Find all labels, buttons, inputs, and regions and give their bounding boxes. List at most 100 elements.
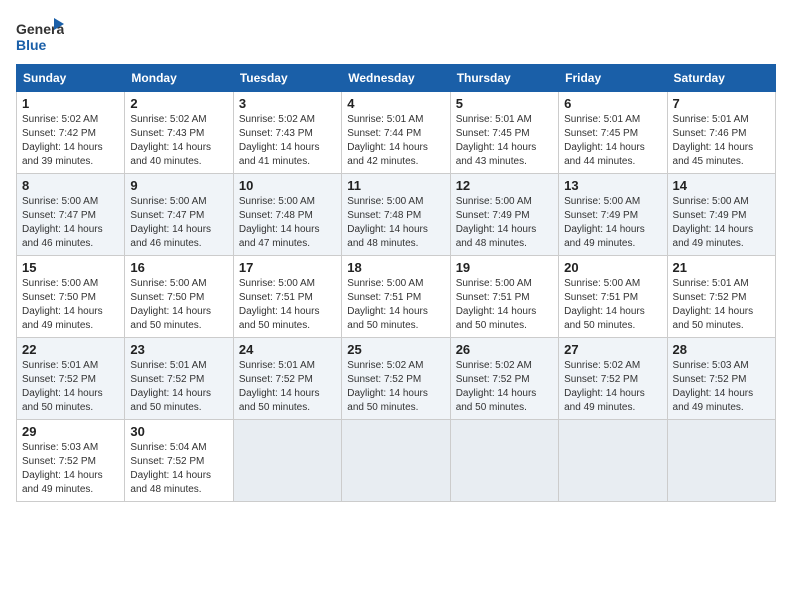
day-number: 10 (239, 178, 336, 193)
day-number: 19 (456, 260, 553, 275)
calendar-cell: 16 Sunrise: 5:00 AMSunset: 7:50 PMDayligh… (125, 256, 233, 338)
day-number: 23 (130, 342, 227, 357)
calendar-table: SundayMondayTuesdayWednesdayThursdayFrid… (16, 64, 776, 502)
calendar-cell: 9 Sunrise: 5:00 AMSunset: 7:47 PMDaylight… (125, 174, 233, 256)
day-number: 14 (673, 178, 770, 193)
calendar-cell: 23 Sunrise: 5:01 AMSunset: 7:52 PMDayligh… (125, 338, 233, 420)
day-info: Sunrise: 5:00 AMSunset: 7:50 PMDaylight:… (22, 277, 119, 333)
day-info: Sunrise: 5:01 AMSunset: 7:44 PMDaylight:… (347, 113, 444, 169)
day-info: Sunrise: 5:01 AMSunset: 7:46 PMDaylight:… (673, 113, 770, 169)
day-info: Sunrise: 5:02 AMSunset: 7:52 PMDaylight:… (347, 359, 444, 415)
calendar-cell: 19 Sunrise: 5:00 AMSunset: 7:51 PMDayligh… (450, 256, 558, 338)
day-number: 2 (130, 96, 227, 111)
day-number: 12 (456, 178, 553, 193)
day-info: Sunrise: 5:00 AMSunset: 7:47 PMDaylight:… (130, 195, 227, 251)
calendar-cell: 2Sunrise: 5:02 AMSunset: 7:43 PMDaylight… (125, 92, 233, 174)
calendar-cell: 10 Sunrise: 5:00 AMSunset: 7:48 PMDayligh… (233, 174, 341, 256)
day-number: 26 (456, 342, 553, 357)
day-info: Sunrise: 5:00 AMSunset: 7:47 PMDaylight:… (22, 195, 119, 251)
day-info: Sunrise: 5:01 AMSunset: 7:45 PMDaylight:… (564, 113, 661, 169)
day-number: 18 (347, 260, 444, 275)
day-info: Sunrise: 5:02 AMSunset: 7:52 PMDaylight:… (564, 359, 661, 415)
page-header: General Blue (16, 16, 776, 56)
calendar-cell: 26Sunrise: 5:02 AMSunset: 7:52 PMDayligh… (450, 338, 558, 420)
calendar-cell: 14Sunrise: 5:00 AMSunset: 7:49 PMDayligh… (667, 174, 775, 256)
svg-text:Blue: Blue (16, 37, 47, 53)
calendar-cell: 8 Sunrise: 5:00 AMSunset: 7:47 PMDaylight… (17, 174, 125, 256)
day-number: 29 (22, 424, 119, 439)
day-info: Sunrise: 5:00 AMSunset: 7:48 PMDaylight:… (347, 195, 444, 251)
calendar-cell: 17 Sunrise: 5:00 AMSunset: 7:51 PMDayligh… (233, 256, 341, 338)
day-number: 25 (347, 342, 444, 357)
day-number: 9 (130, 178, 227, 193)
weekday-header-friday: Friday (559, 65, 667, 92)
weekday-header-tuesday: Tuesday (233, 65, 341, 92)
day-number: 13 (564, 178, 661, 193)
calendar-cell (667, 420, 775, 502)
calendar-cell (342, 420, 450, 502)
weekday-header-sunday: Sunday (17, 65, 125, 92)
calendar-cell: 12 Sunrise: 5:00 AMSunset: 7:49 PMDayligh… (450, 174, 558, 256)
day-number: 4 (347, 96, 444, 111)
calendar-cell: 21Sunrise: 5:01 AMSunset: 7:52 PMDayligh… (667, 256, 775, 338)
calendar-cell: 5Sunrise: 5:01 AMSunset: 7:45 PMDaylight… (450, 92, 558, 174)
day-info: Sunrise: 5:00 AMSunset: 7:48 PMDaylight:… (239, 195, 336, 251)
day-number: 7 (673, 96, 770, 111)
calendar-cell: 4 Sunrise: 5:01 AMSunset: 7:44 PMDaylight… (342, 92, 450, 174)
day-number: 6 (564, 96, 661, 111)
day-info: Sunrise: 5:00 AMSunset: 7:50 PMDaylight:… (130, 277, 227, 333)
calendar-cell: 24 Sunrise: 5:01 AMSunset: 7:52 PMDayligh… (233, 338, 341, 420)
day-number: 11 (347, 178, 444, 193)
calendar-cell: 25 Sunrise: 5:02 AMSunset: 7:52 PMDayligh… (342, 338, 450, 420)
logo-icon: General Blue (16, 16, 64, 56)
day-number: 22 (22, 342, 119, 357)
day-info: Sunrise: 5:00 AMSunset: 7:49 PMDaylight:… (456, 195, 553, 251)
calendar-cell: 11 Sunrise: 5:00 AMSunset: 7:48 PMDayligh… (342, 174, 450, 256)
day-info: Sunrise: 5:00 AMSunset: 7:51 PMDaylight:… (564, 277, 661, 333)
day-info: Sunrise: 5:01 AMSunset: 7:52 PMDaylight:… (239, 359, 336, 415)
day-info: Sunrise: 5:03 AMSunset: 7:52 PMDaylight:… (22, 441, 119, 497)
day-info: Sunrise: 5:00 AMSunset: 7:51 PMDaylight:… (347, 277, 444, 333)
day-number: 1 (22, 96, 119, 111)
calendar-cell (233, 420, 341, 502)
calendar-cell: 18 Sunrise: 5:00 AMSunset: 7:51 PMDayligh… (342, 256, 450, 338)
day-number: 16 (130, 260, 227, 275)
day-number: 30 (130, 424, 227, 439)
calendar-cell: 29 Sunrise: 5:03 AMSunset: 7:52 PMDayligh… (17, 420, 125, 502)
calendar-cell: 15 Sunrise: 5:00 AMSunset: 7:50 PMDayligh… (17, 256, 125, 338)
calendar-cell: 30 Sunrise: 5:04 AMSunset: 7:52 PMDayligh… (125, 420, 233, 502)
weekday-header-wednesday: Wednesday (342, 65, 450, 92)
calendar-cell: 27 Sunrise: 5:02 AMSunset: 7:52 PMDayligh… (559, 338, 667, 420)
day-number: 8 (22, 178, 119, 193)
day-number: 24 (239, 342, 336, 357)
day-info: Sunrise: 5:00 AMSunset: 7:49 PMDaylight:… (564, 195, 661, 251)
day-info: Sunrise: 5:01 AMSunset: 7:52 PMDaylight:… (130, 359, 227, 415)
calendar-cell: 20 Sunrise: 5:00 AMSunset: 7:51 PMDayligh… (559, 256, 667, 338)
day-info: Sunrise: 5:01 AMSunset: 7:52 PMDaylight:… (673, 277, 770, 333)
calendar-cell: 13 Sunrise: 5:00 AMSunset: 7:49 PMDayligh… (559, 174, 667, 256)
day-info: Sunrise: 5:02 AMSunset: 7:42 PMDaylight:… (22, 113, 119, 169)
day-number: 3 (239, 96, 336, 111)
day-info: Sunrise: 5:00 AMSunset: 7:51 PMDaylight:… (456, 277, 553, 333)
day-info: Sunrise: 5:00 AMSunset: 7:51 PMDaylight:… (239, 277, 336, 333)
day-number: 17 (239, 260, 336, 275)
calendar-cell: 28 Sunrise: 5:03 AMSunset: 7:52 PMDayligh… (667, 338, 775, 420)
logo: General Blue (16, 16, 64, 56)
calendar-cell (450, 420, 558, 502)
calendar-cell: 6 Sunrise: 5:01 AMSunset: 7:45 PMDaylight… (559, 92, 667, 174)
day-number: 5 (456, 96, 553, 111)
day-info: Sunrise: 5:04 AMSunset: 7:52 PMDaylight:… (130, 441, 227, 497)
calendar-cell (559, 420, 667, 502)
calendar-cell: 7 Sunrise: 5:01 AMSunset: 7:46 PMDaylight… (667, 92, 775, 174)
day-number: 20 (564, 260, 661, 275)
calendar-cell: 3 Sunrise: 5:02 AMSunset: 7:43 PMDaylight… (233, 92, 341, 174)
day-number: 27 (564, 342, 661, 357)
day-info: Sunrise: 5:02 AMSunset: 7:43 PMDaylight:… (239, 113, 336, 169)
day-number: 15 (22, 260, 119, 275)
day-info: Sunrise: 5:03 AMSunset: 7:52 PMDaylight:… (673, 359, 770, 415)
calendar-cell: 1 Sunrise: 5:02 AMSunset: 7:42 PMDaylight… (17, 92, 125, 174)
weekday-header-thursday: Thursday (450, 65, 558, 92)
weekday-header-monday: Monday (125, 65, 233, 92)
day-number: 28 (673, 342, 770, 357)
calendar-cell: 22Sunrise: 5:01 AMSunset: 7:52 PMDayligh… (17, 338, 125, 420)
